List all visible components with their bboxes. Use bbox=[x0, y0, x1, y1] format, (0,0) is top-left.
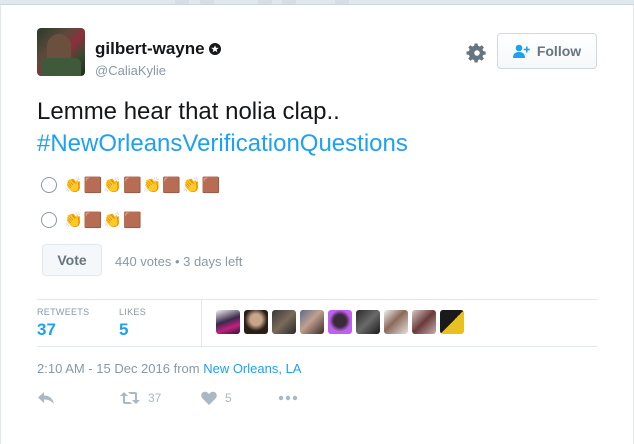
liker-avatar[interactable] bbox=[440, 310, 464, 334]
author-name-row[interactable]: gilbert-wayne bbox=[95, 39, 222, 59]
retweets-stat[interactable]: RETWEETS 37 bbox=[37, 307, 89, 340]
author-handle[interactable]: @CaliaKylie bbox=[95, 63, 166, 78]
liker-avatar[interactable] bbox=[356, 310, 380, 334]
stats-divider-bottom bbox=[37, 346, 597, 347]
follow-label: Follow bbox=[536, 43, 582, 59]
liker-avatar[interactable] bbox=[328, 310, 352, 334]
timestamp-text: 2:10 AM - 15 Dec 2016 from bbox=[37, 361, 204, 376]
poll-meta: 440 votes • 3 days left bbox=[115, 254, 243, 269]
reply-button[interactable] bbox=[37, 391, 55, 405]
liker-avatars bbox=[216, 310, 464, 334]
likes-value[interactable]: 5 bbox=[119, 320, 146, 340]
author-avatar[interactable] bbox=[37, 28, 85, 76]
retweets-value[interactable]: 37 bbox=[37, 320, 89, 340]
liker-avatar[interactable] bbox=[216, 310, 240, 334]
liker-avatar[interactable] bbox=[272, 310, 296, 334]
retweet-button[interactable]: 37 bbox=[120, 391, 161, 405]
likes-label: LIKES bbox=[119, 307, 147, 317]
like-button[interactable]: 5 bbox=[201, 391, 232, 405]
vote-button[interactable]: Vote bbox=[42, 244, 102, 276]
stats-vertical-divider bbox=[201, 300, 202, 346]
add-user-icon bbox=[512, 44, 530, 58]
reply-icon bbox=[38, 392, 54, 404]
liker-avatar[interactable] bbox=[244, 310, 268, 334]
poll-option-1-text: 👏🟫👏🟫👏🟫👏🟫 bbox=[64, 177, 222, 194]
retweets-label: RETWEETS bbox=[37, 307, 90, 317]
tweet-text: Lemme hear that nolia clap.. #NewOrleans… bbox=[37, 96, 597, 160]
follow-button[interactable]: Follow bbox=[497, 33, 597, 69]
more-icon bbox=[278, 395, 298, 401]
like-count: 5 bbox=[225, 391, 232, 405]
tweet-hashtag-link[interactable]: #NewOrleansVerificationQuestions bbox=[37, 128, 597, 160]
likes-stat[interactable]: LIKES 5 bbox=[119, 307, 146, 340]
badge-icon bbox=[208, 43, 221, 55]
poll-option-2-text: 👏🟫👏🟫 bbox=[64, 212, 143, 229]
poll-option-1[interactable]: 👏🟫👏🟫👏🟫👏🟫 bbox=[41, 176, 221, 194]
author-display-name[interactable]: gilbert-wayne bbox=[95, 39, 205, 59]
liker-avatar[interactable] bbox=[412, 310, 436, 334]
retweet-count: 37 bbox=[148, 391, 162, 405]
poll-radio-1[interactable] bbox=[41, 177, 57, 193]
heart-icon bbox=[201, 391, 217, 405]
poll-radio-2[interactable] bbox=[41, 212, 57, 228]
liker-avatar[interactable] bbox=[384, 310, 408, 334]
tweet-timestamp: 2:10 AM - 15 Dec 2016 from New Orleans, … bbox=[37, 361, 301, 376]
liker-avatar[interactable] bbox=[300, 310, 324, 334]
retweet-icon bbox=[120, 392, 140, 404]
more-button[interactable] bbox=[278, 391, 298, 405]
location-link[interactable]: New Orleans, LA bbox=[203, 361, 301, 376]
stats-divider-top bbox=[37, 299, 597, 300]
tweet-body: Lemme hear that nolia clap.. bbox=[37, 98, 340, 125]
gear-icon[interactable] bbox=[466, 42, 488, 64]
poll-option-2[interactable]: 👏🟫👏🟫 bbox=[41, 211, 143, 229]
